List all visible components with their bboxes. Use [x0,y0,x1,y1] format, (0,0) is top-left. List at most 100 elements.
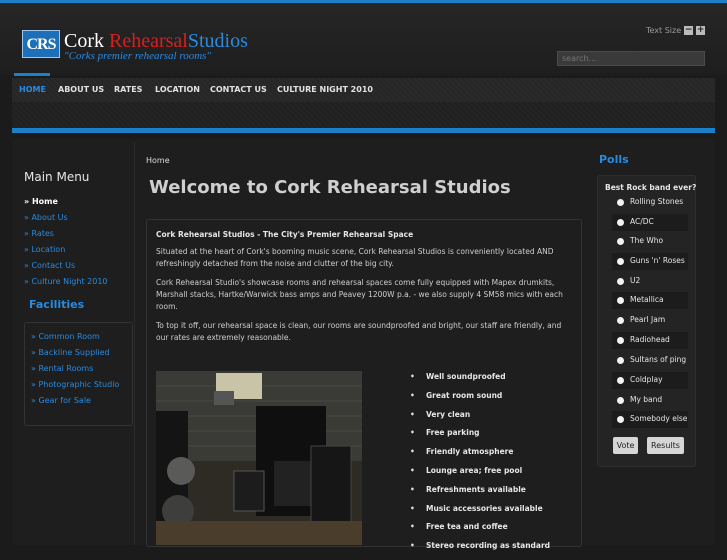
radio-button[interactable] [617,416,624,423]
page-title: Welcome to Cork Rehearsal Studios [149,177,511,198]
poll-option-radiohead[interactable]: Radiohead [612,332,688,349]
main-menu-title: Main Menu [24,170,90,184]
nav-location[interactable]: LOCATION [155,78,200,102]
poll-option-label: Somebody else [630,414,688,423]
radio-button[interactable] [617,377,624,384]
poll-option-sultans-of-ping[interactable]: Sultans of ping [612,352,688,369]
logo-text: Cork RehearsalStudios "Corks premier reh… [64,30,248,62]
poll-question: Best Rock band ever? [605,183,697,192]
poll-option-the-who[interactable]: The Who [612,233,688,250]
menu-item-home[interactable]: » Home [24,197,58,206]
logo-word-cork: Cork [64,30,104,52]
text-size-increase-button[interactable]: + [696,26,706,35]
site-logo[interactable]: CRS Cork RehearsalStudios "Corks premier… [22,30,248,62]
menu-item-label: Home [31,197,58,206]
results-button[interactable]: Results [647,437,684,454]
logo-word-rehearsal: Rehearsal [109,30,188,52]
feature-item: Well soundproofed [410,372,550,391]
poll-option-label: Pearl Jam [630,315,666,324]
header-divider [12,102,715,128]
logo-title: Cork RehearsalStudios [64,30,248,52]
facility-gear-for-sale[interactable]: » Gear for Sale [31,396,91,405]
feature-item: Free tea and coffee [410,522,550,541]
article-heading: Cork Rehearsal Studios - The City's Prem… [156,230,414,239]
feature-item: Free parking [410,428,550,447]
radio-button[interactable] [617,357,624,364]
article-paragraph-3: To top it off, our rehearsal space is cl… [156,321,562,342]
radio-button[interactable] [617,219,624,226]
poll-option-label: Radiohead [630,335,670,344]
feature-item: Very clean [410,410,550,429]
radio-button[interactable] [617,337,624,344]
poll-option-label: Sultans of ping [630,355,687,364]
feature-item: Lounge area; free pool [410,466,550,485]
feature-item: Music accessories available [410,504,550,523]
menu-item-label: Location [31,245,66,254]
logo-initials: CRS [22,30,60,58]
content-top-bar [12,128,715,133]
radio-button[interactable] [617,258,624,265]
facility-backline-supplied[interactable]: » Backline Supplied [31,348,110,357]
menu-item-about-us[interactable]: » About Us [24,213,68,222]
nav-rates[interactable]: RATES [114,78,142,102]
poll-option-metallica[interactable]: Metallica [612,292,688,309]
logo-word-studios: Studios [187,30,248,52]
poll-option-rolling-stones[interactable]: Rolling Stones [612,194,688,211]
menu-item-contact-us[interactable]: » Contact Us [24,261,75,270]
menu-item-label: Contact Us [31,261,76,270]
menu-item-label: Rates [31,229,54,238]
studio-photo [156,371,362,545]
article-paragraph-1: Situated at the heart of Cork's booming … [156,247,554,268]
text-size-label: Text Size [646,26,682,35]
facility-label: Gear for Sale [38,396,91,405]
nav-contact-us[interactable]: CONTACT US [210,78,267,102]
features-list: Well soundproofed Great room sound Very … [410,372,550,560]
text-size-decrease-button[interactable]: − [684,26,694,35]
polls-title: Polls [599,153,629,166]
radio-button[interactable] [617,317,624,324]
studio-photo-illustration [156,371,362,545]
main-nav: HOME ABOUT US RATES LOCATION CONTACT US … [12,78,715,102]
poll-option-label: U2 [630,276,641,285]
nav-about-us[interactable]: ABOUT US [58,78,104,102]
facility-label: Rental Rooms [38,364,94,373]
poll-option-label: Guns 'n' Roses [630,256,685,265]
menu-item-rates[interactable]: » Rates [24,229,54,238]
facility-label: Photographic Studio [38,380,120,389]
menu-item-location[interactable]: » Location [24,245,65,254]
poll-option-somebody-else[interactable]: Somebody else [612,411,688,428]
poll-option-label: AC/DC [630,217,654,226]
poll-option-label: The Who [630,236,664,245]
nav-culture-night[interactable]: CULTURE NIGHT 2010 [277,78,373,102]
radio-button[interactable] [617,199,624,206]
facility-rental-rooms[interactable]: » Rental Rooms [31,364,93,373]
facility-common-room[interactable]: » Common Room [31,332,100,341]
poll-option-label: Coldplay [630,375,663,384]
feature-item: Friendly atmosphere [410,447,550,466]
facilities-title: Facilities [29,298,85,311]
poll-option-coldplay[interactable]: Coldplay [612,372,688,389]
radio-button[interactable] [617,278,624,285]
logo-underline [14,73,50,76]
radio-button[interactable] [617,397,624,404]
poll-option-u2[interactable]: U2 [612,273,688,290]
poll-option-label: Rolling Stones [630,197,684,206]
nav-home[interactable]: HOME [19,78,46,102]
poll-option-guns-n-roses[interactable]: Guns 'n' Roses [612,253,688,270]
radio-button[interactable] [617,238,624,245]
poll-option-pearl-jam[interactable]: Pearl Jam [612,312,688,329]
feature-item: Refreshments available [410,485,550,504]
menu-item-label: Culture Night 2010 [31,277,108,286]
feature-item: Great room sound [410,391,550,410]
text-size-control: Text Size − + [646,26,706,35]
poll-option-my-band[interactable]: My band [612,392,688,409]
feature-item: Stereo recording as standard [410,541,550,560]
menu-item-culture-night[interactable]: » Culture Night 2010 [24,277,108,286]
facility-photographic-studio[interactable]: » Photographic Studio [31,380,119,389]
poll-option-acdc[interactable]: AC/DC [612,214,688,231]
vote-button[interactable]: Vote [613,437,638,454]
radio-button[interactable] [617,297,624,304]
breadcrumb[interactable]: Home [146,156,170,165]
menu-item-label: About Us [31,213,68,222]
search-input[interactable] [557,51,705,66]
